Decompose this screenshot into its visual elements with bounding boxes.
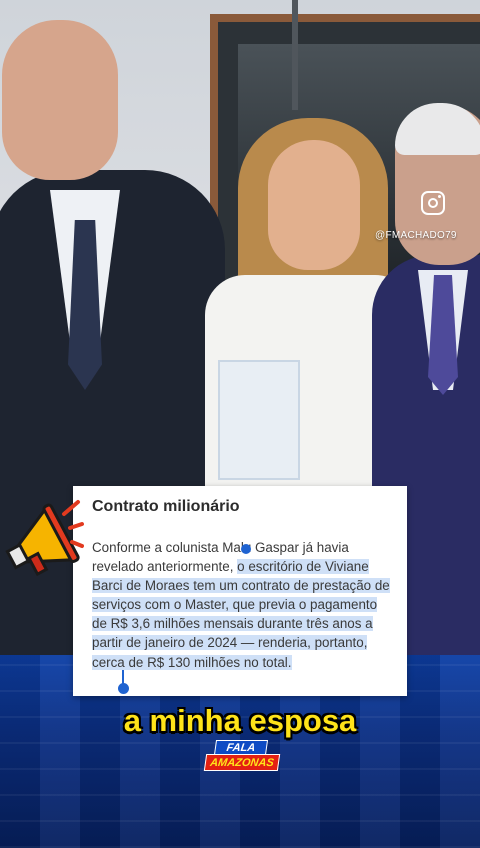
video-subtitle: a minha esposa xyxy=(123,703,357,738)
man-left-head xyxy=(2,20,118,180)
article-title: Contrato milionário xyxy=(92,498,240,515)
video-frame: @FMACHADO79 Contrato milionário Conforme… xyxy=(0,0,480,848)
fala-amazonas-logo: FALA AMAZONAS xyxy=(203,740,281,780)
article-body-selected: o escritório de Viviane Barci de Moraes … xyxy=(92,559,390,670)
article-card: Contrato milionário Conforme a colunista… xyxy=(73,486,407,696)
instagram-handle: @FMACHADO79 xyxy=(375,230,457,241)
instagram-icon xyxy=(421,191,445,215)
logo-bottom-text: AMAZONAS xyxy=(203,754,281,771)
selection-end-handle[interactable] xyxy=(118,683,129,694)
woman-top xyxy=(218,360,300,480)
selection-start-handle[interactable] xyxy=(241,544,251,554)
logo-top-text: FALA xyxy=(213,740,269,755)
megaphone-icon xyxy=(5,500,84,577)
pole xyxy=(292,0,298,110)
woman-face xyxy=(268,140,360,270)
article-body[interactable]: Conforme a colunista Malu Gaspar já havi… xyxy=(92,538,392,672)
selection-end-caret xyxy=(122,670,124,684)
